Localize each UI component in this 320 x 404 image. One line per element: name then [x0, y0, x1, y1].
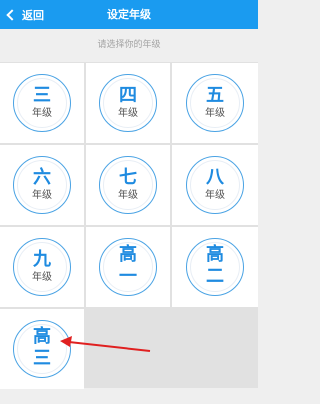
grade-badge: 三 年级 — [13, 74, 71, 132]
grade-badge: 四 年级 — [99, 74, 157, 132]
grade-number: 六 — [33, 167, 51, 188]
grade-option-4[interactable]: 四 年级 — [86, 63, 170, 143]
grade-option-9[interactable]: 九 年级 — [0, 227, 84, 307]
grade-badge: 六 年级 — [13, 156, 71, 214]
page-title: 设定年级 — [107, 8, 151, 21]
grade-option-5[interactable]: 五 年级 — [172, 63, 258, 143]
grade-option-senior-2[interactable]: 高 二 — [172, 227, 258, 307]
grade-prefix: 高 — [206, 244, 224, 265]
grade-suffix: 年级 — [118, 108, 138, 119]
grade-option-senior-1[interactable]: 高 一 — [86, 227, 170, 307]
grade-number: 三 — [33, 85, 51, 106]
grade-number: 九 — [33, 249, 51, 270]
grade-suffix: 年级 — [205, 108, 225, 119]
grade-badge: 五 年级 — [186, 74, 244, 132]
grade-number: 四 — [119, 85, 137, 106]
arrow-shaft — [68, 341, 151, 352]
red-arrow-icon — [60, 336, 151, 352]
grade-number: 一 — [119, 266, 137, 287]
grade-badge: 九 年级 — [13, 238, 71, 296]
grade-badge: 高 二 — [186, 238, 244, 296]
arrow-head — [60, 336, 72, 347]
grade-number: 八 — [206, 167, 224, 188]
grade-number: 五 — [206, 85, 224, 106]
grade-suffix: 年级 — [32, 108, 52, 119]
grade-option-8[interactable]: 八 年级 — [172, 145, 258, 225]
grade-number: 二 — [206, 266, 224, 287]
grade-prefix: 高 — [119, 244, 137, 265]
grade-badge: 七 年级 — [99, 156, 157, 214]
grade-suffix: 年级 — [205, 190, 225, 201]
grade-badge: 高 一 — [99, 238, 157, 296]
grade-option-7[interactable]: 七 年级 — [86, 145, 170, 225]
top-bar: 返回 设定年级 — [0, 0, 258, 29]
grade-suffix: 年级 — [32, 272, 52, 283]
grade-option-3[interactable]: 三 年级 — [0, 63, 84, 143]
grade-option-6[interactable]: 六 年级 — [0, 145, 84, 225]
instruction-text: 请选择你的年级 — [97, 40, 161, 50]
grade-suffix: 年级 — [118, 190, 138, 201]
grade-badge: 八 年级 — [186, 156, 244, 214]
grade-suffix: 年级 — [32, 190, 52, 201]
grade-number: 七 — [119, 167, 137, 188]
